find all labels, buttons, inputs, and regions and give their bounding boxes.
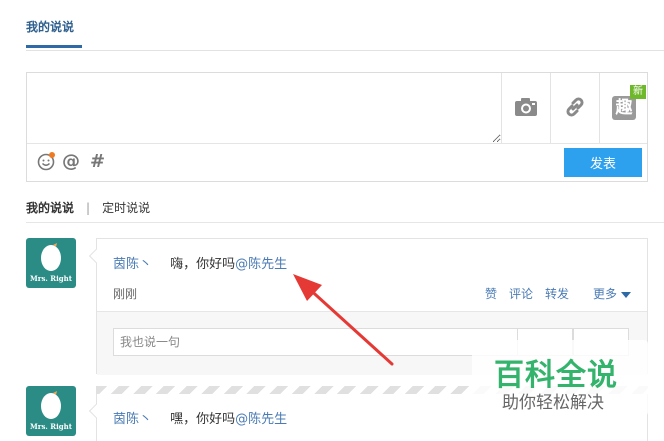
watermark-logo: 百科全说 助你轻松解决 [472,340,648,416]
watermark-subtitle: 助你轻松解决 [502,393,604,413]
qzone-shuoshuo-page: 我的说说 趣 新 @ # 发表 我的说说 | 定时说说 Mrs. Right 茵… [0,0,664,441]
